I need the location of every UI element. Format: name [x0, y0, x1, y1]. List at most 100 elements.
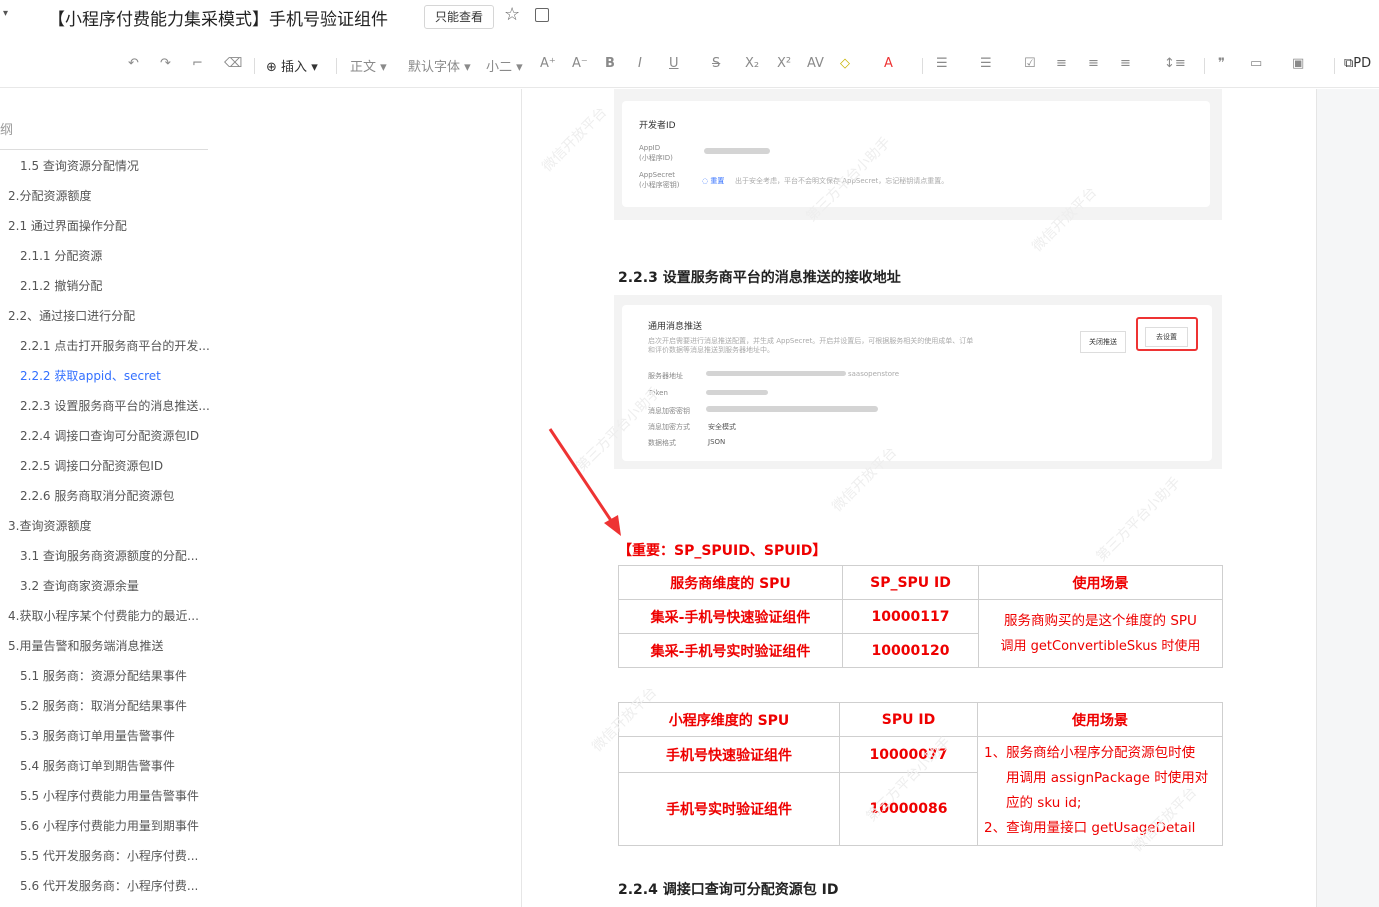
indent-decrease-icon[interactable]: ≡	[1056, 56, 1067, 71]
quote-icon[interactable]: ❞	[1218, 56, 1225, 71]
format-painter-icon[interactable]: ⌐	[192, 56, 203, 71]
undo-icon[interactable]: ↶	[128, 56, 139, 71]
outline-item[interactable]: 2.2.6 服务商取消分配资源包	[0, 481, 220, 511]
outline-item[interactable]: 2.1.2 撤销分配	[0, 271, 220, 301]
table-header-row: 小程序维度的 SPU SPU ID 使用场景	[618, 702, 1223, 737]
spu-table: 小程序维度的 SPU SPU ID 使用场景 手机号快速验证组件 1000007…	[618, 702, 1223, 846]
scene-line: 调用 getConvertibleSkus 时使用	[1000, 638, 1201, 654]
line-height-icon[interactable]: ↕≡	[1164, 56, 1186, 71]
document-title: 【小程序付费能力集采模式】手机号验证组件	[48, 10, 388, 30]
outline-item[interactable]: 5.用量告警和服务端消息推送	[0, 631, 220, 661]
spu-name-cell: 集采-手机号实时验证组件	[618, 633, 843, 668]
push-row-mode: 消息加密方式	[648, 423, 690, 431]
paragraph-style-select[interactable]: 正文 ▾	[350, 56, 387, 75]
bullet-list-icon[interactable]: ☰	[936, 56, 948, 71]
outline-item[interactable]: 2.2.4 调接口查询可分配资源包ID	[0, 421, 220, 451]
table-row: 集采-手机号快速验证组件 10000117 服务商购买的是这个维度的 SPU 调…	[618, 599, 1223, 668]
push-desc-2: 和评价数据等消息推送到服务器地址中。	[648, 346, 774, 354]
code-block-icon[interactable]: ▭	[1250, 56, 1262, 71]
appid-redacted	[704, 148, 770, 154]
template-icon[interactable]: ▣	[1292, 56, 1304, 71]
insert-label: 插入	[281, 60, 308, 75]
scene-line: 1、服务商给小程序分配资源包时使	[984, 745, 1196, 761]
outline-item[interactable]: 5.6 代开发服务商：小程序付费...	[0, 871, 220, 901]
outline-item[interactable]: 2.分配资源额度	[0, 181, 220, 211]
decrease-font-icon[interactable]: A⁻	[572, 56, 588, 71]
underline-icon[interactable]: U	[669, 56, 679, 71]
appid-label: AppID	[639, 144, 661, 152]
bold-icon[interactable]: B	[605, 56, 615, 71]
font-color-icon[interactable]: A	[884, 56, 893, 71]
redo-icon[interactable]: ↷	[160, 56, 171, 71]
outline-item[interactable]: 2.2.1 点击打开服务商平台的开发...	[0, 331, 220, 361]
outline-item[interactable]: 3.2 查询商家资源余量	[0, 571, 220, 601]
pdf-icon: ⧉	[1344, 56, 1354, 71]
outline-item[interactable]: 3.1 查询服务商资源额度的分配...	[0, 541, 220, 571]
token-redacted	[706, 390, 768, 395]
outline-item[interactable]: 5.2 服务商：取消分配结果事件	[0, 691, 220, 721]
menu-caret-icon[interactable]: ▾	[3, 8, 8, 19]
readonly-badge[interactable]: 只能查看	[424, 5, 494, 29]
outline-item[interactable]: 5.5 代开发服务商：小程序付费...	[0, 841, 220, 871]
table-header-cell: 小程序维度的 SPU	[618, 702, 840, 737]
insert-button[interactable]: ⊕ 插入 ▾	[266, 56, 318, 75]
scene-line: 用调用 assignPackage 时使用对	[1006, 770, 1209, 786]
font-family-select[interactable]: 默认字体 ▾	[408, 56, 471, 75]
font-size-select[interactable]: 小二 ▾	[486, 56, 523, 75]
comment-icon[interactable]	[535, 8, 549, 22]
outline-item[interactable]: 5.6 小程序付费能力用量到期事件	[0, 811, 220, 841]
push-format-value: JSON	[708, 438, 726, 446]
outline-item[interactable]: 5.1 服务商：资源分配结果事件	[0, 661, 220, 691]
push-title: 通用消息推送	[648, 322, 703, 332]
push-row-key: 消息加密密钥	[648, 407, 690, 415]
dev-id-screenshot: 开发者ID AppID (小程序ID) AppSecret (小程序密钥) ◌ …	[614, 89, 1222, 220]
clear-format-icon[interactable]: ⌫	[224, 56, 242, 71]
outline-item[interactable]: 5.3 服务商订单用量告警事件	[0, 721, 220, 751]
increase-font-icon[interactable]: A⁺	[540, 56, 556, 71]
italic-icon[interactable]: I	[638, 56, 642, 71]
push-mode-value: 安全模式	[708, 423, 736, 431]
spu-id-cell: 10000117	[842, 599, 979, 634]
sp-spu-table: 服务商维度的 SPU SP_SPU ID 使用场景 集采-手机号快速验证组件 1…	[618, 565, 1223, 668]
indent-increase-icon[interactable]: ≡	[1088, 56, 1099, 71]
font-family-label: 默认字体	[408, 60, 461, 75]
numbered-list-icon[interactable]: ☰	[980, 56, 992, 71]
spu-name-cell: 手机号快速验证组件	[618, 735, 840, 774]
superscript-icon[interactable]: X²	[777, 56, 791, 71]
export-pdf-button[interactable]: ⧉PD	[1344, 56, 1371, 71]
outline-sidebar: 纲 1.5 查询资源分配情况 2.分配资源额度 2.1 通过界面操作分配 2.1.1 …	[0, 89, 520, 907]
push-row-server: 服务器地址	[648, 372, 683, 380]
toolbar-divider	[336, 58, 337, 74]
outline-item[interactable]: 2.2.5 调接口分配资源包ID	[0, 451, 220, 481]
table-header-cell: SP_SPU ID	[842, 565, 979, 600]
usage-scene-cell: 服务商购买的是这个维度的 SPU 调用 getConvertibleSkus 时…	[978, 599, 1223, 668]
highlight-icon[interactable]: ◇	[840, 56, 850, 71]
table-header-cell: 服务商维度的 SPU	[618, 565, 843, 600]
outline-item[interactable]: 2.2、通过接口进行分配	[0, 301, 220, 331]
watermark: 第三方平台小助手	[1093, 474, 1184, 565]
char-spacing-icon[interactable]: AV	[807, 56, 824, 71]
outline-item[interactable]: 2.2.2 获取appid、secret	[0, 361, 220, 391]
subscript-icon[interactable]: X₂	[745, 56, 759, 71]
outline-item[interactable]: 5.5 小程序付费能力用量告警事件	[0, 781, 220, 811]
title-bar: ▾ 【小程序付费能力集采模式】手机号验证组件 只能查看 ☆	[0, 0, 1379, 36]
outline-item[interactable]: 3.查询资源额度	[0, 511, 220, 541]
toolbar-divider	[1204, 58, 1205, 74]
push-settings-screenshot: 通用消息推送 启次开启需要进行消息推送配置，并生成 AppSecret。开启并设…	[614, 295, 1222, 469]
outline-item[interactable]: 4.获取小程序某个付费能力的最近...	[0, 601, 220, 631]
strikethrough-icon[interactable]: S	[712, 56, 720, 71]
align-icon[interactable]: ≡	[1120, 56, 1131, 71]
spu-id-cell: 10000086	[839, 772, 978, 846]
outline-item[interactable]: 2.1 通过界面操作分配	[0, 211, 220, 241]
star-icon[interactable]: ☆	[504, 4, 520, 25]
checklist-icon[interactable]: ☑	[1024, 56, 1036, 71]
toolbar-divider	[254, 58, 255, 74]
outline-item[interactable]: 1.5 查询资源分配情况	[0, 151, 220, 181]
usage-scene-cell: 1、服务商给小程序分配资源包时使 用调用 assignPackage 时使用对 …	[977, 736, 1223, 846]
toolbar-divider	[922, 58, 923, 74]
outline-item[interactable]: 2.1.1 分配资源	[0, 241, 220, 271]
document-canvas[interactable]: 开发者ID AppID (小程序ID) AppSecret (小程序密钥) ◌ …	[522, 89, 1379, 907]
outline-item[interactable]: 5.4 服务商订单到期告警事件	[0, 751, 220, 781]
outline-item[interactable]: 2.2.3 设置服务商平台的消息推送...	[0, 391, 220, 421]
secret-label: AppSecret	[639, 171, 676, 179]
